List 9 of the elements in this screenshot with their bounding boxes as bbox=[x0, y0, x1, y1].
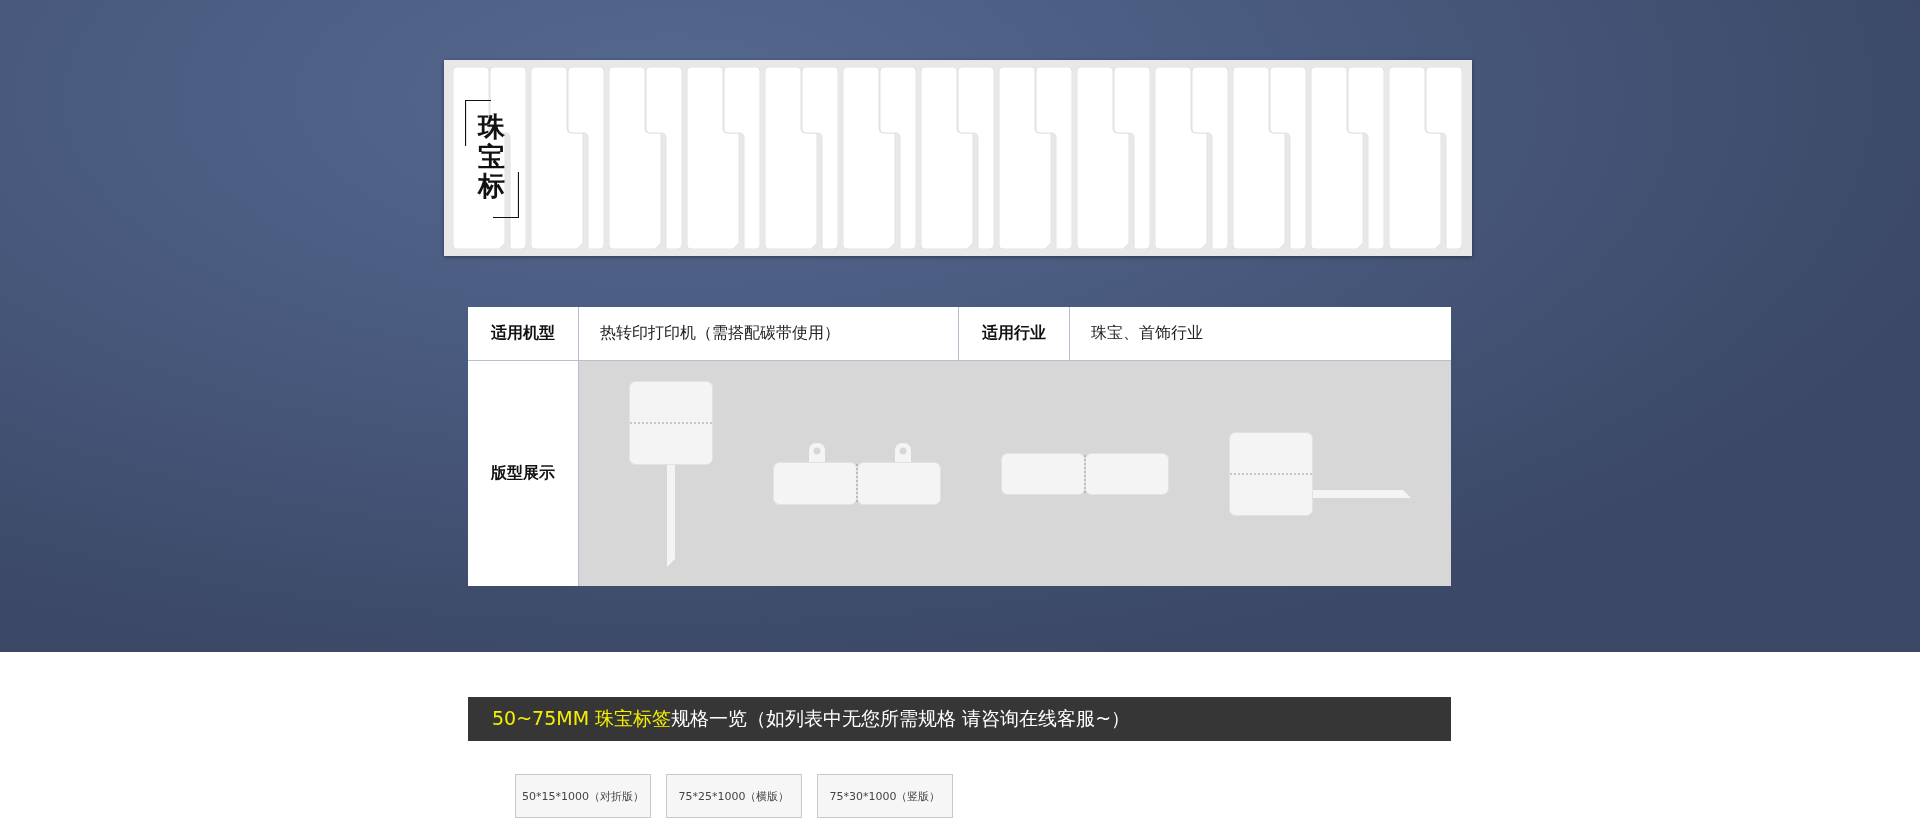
size-option-button[interactable]: 75*25*1000（横版） bbox=[666, 774, 802, 818]
size-option-button[interactable]: 75*30*1000（竖版） bbox=[817, 774, 953, 818]
spec-label: 适用行业 bbox=[959, 307, 1070, 360]
section-header: 50~75MM 珠宝标签规格一览（如列表中无您所需规格 请咨询在线客服~） bbox=[468, 697, 1451, 741]
spec-value: 热转印打印机（需搭配碳带使用） bbox=[579, 307, 959, 360]
spec-value: 珠宝、首饰行业 bbox=[1090, 322, 1204, 344]
size-option-button[interactable]: 50*15*1000（对折版） bbox=[515, 774, 651, 818]
spec-label: 适用机型 bbox=[468, 307, 579, 360]
banner-title: 珠宝标 bbox=[478, 112, 505, 202]
